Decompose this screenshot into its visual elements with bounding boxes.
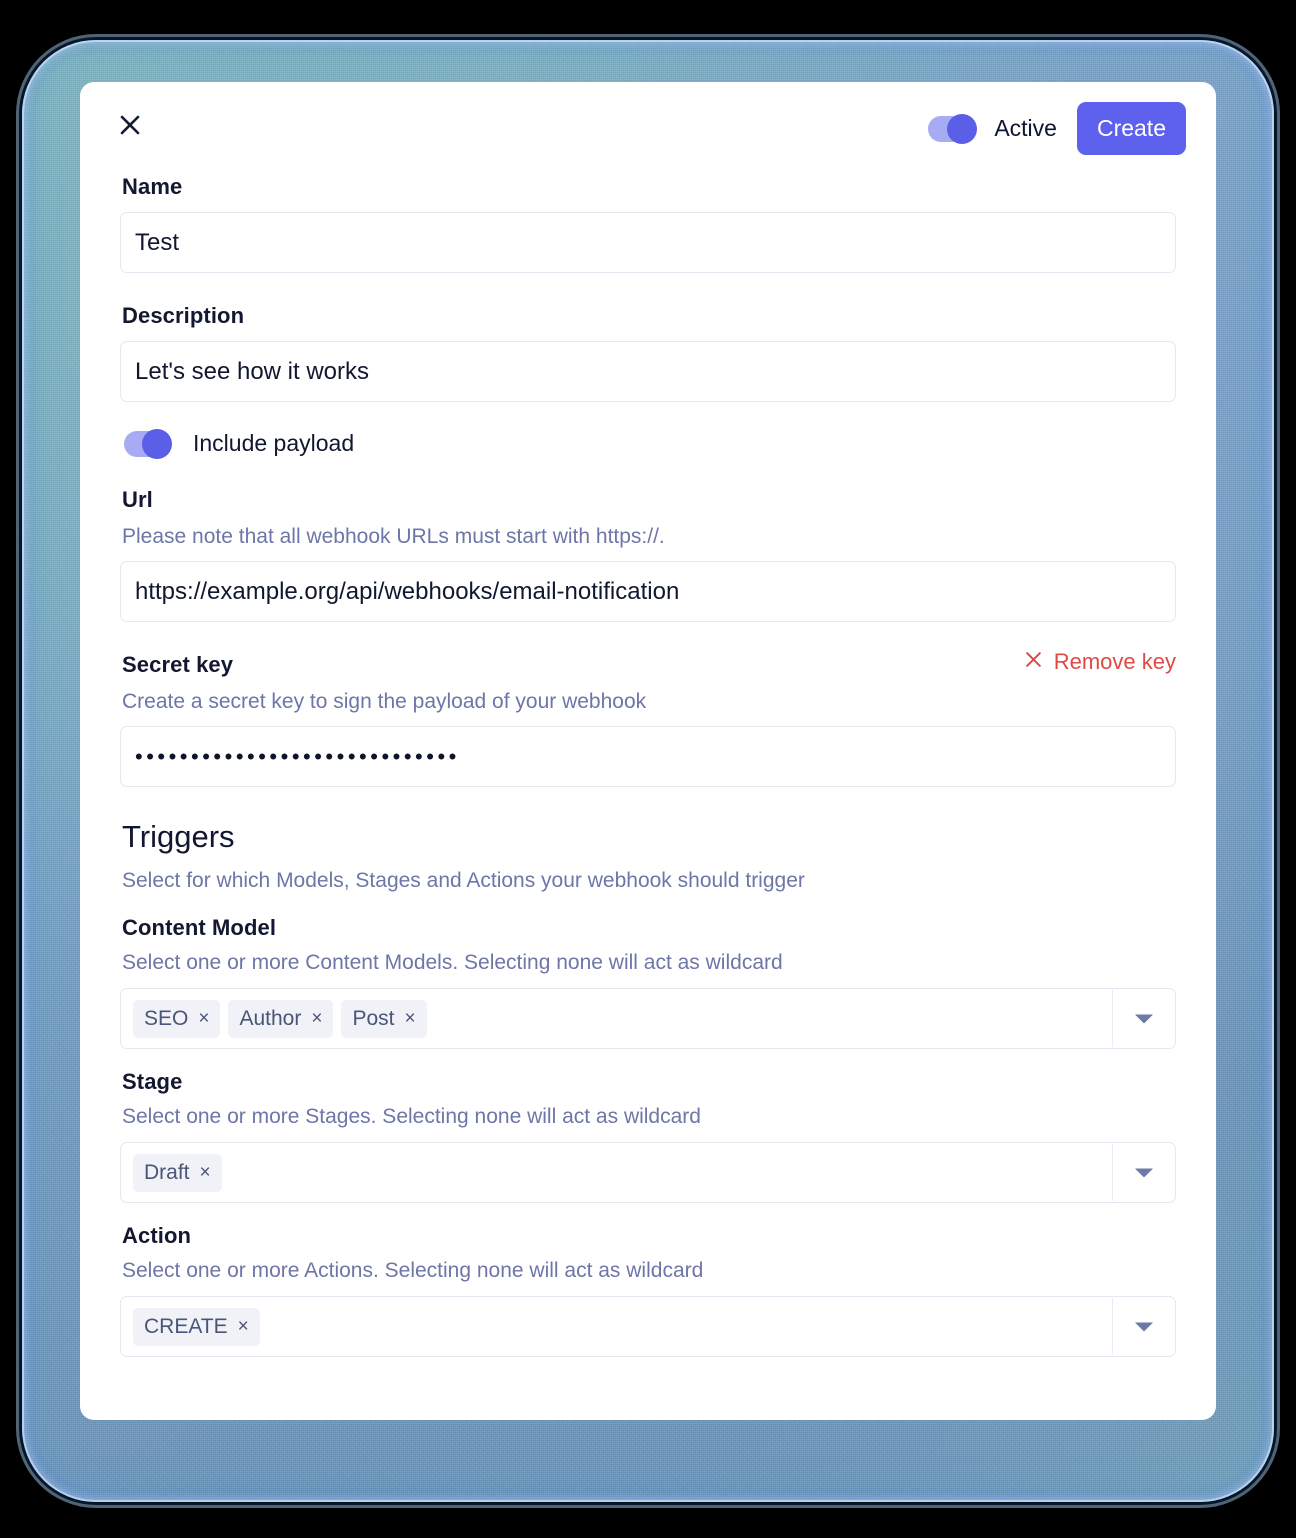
url-label: Url [122,487,153,512]
multiselect-divider [1112,1298,1113,1355]
name-input[interactable]: Test [120,212,1176,273]
stage-group: Stage Select one or more Stages. Selecti… [120,1069,1176,1203]
action-chips: CREATE × [129,1307,260,1346]
include-payload-label: Include payload [193,430,355,456]
chip-remove-icon[interactable]: × [198,1009,209,1028]
description-field-group: Description Let's see how it works [120,303,1176,402]
remove-key-button[interactable]: Remove key [1024,649,1176,675]
chip-label: CREATE [144,1314,228,1338]
multiselect-divider [1112,990,1113,1047]
chip[interactable]: Post × [341,999,427,1038]
chevron-down-icon[interactable] [1135,1014,1153,1023]
dialog-body: Name Test Description Let's see how it w… [120,174,1176,1377]
secret-key-input[interactable]: ••••••••••••••••••••••••••••• [120,726,1176,787]
chip-remove-icon[interactable]: × [311,1009,322,1028]
content-model-group: Content Model Select one or more Content… [120,915,1176,1049]
multiselect-divider [1112,1144,1113,1201]
close-icon [1024,649,1043,675]
stage-hint: Select one or more Stages. Selecting non… [122,1105,701,1128]
triggers-subtitle: Select for which Models, Stages and Acti… [122,869,805,892]
include-payload-row: Include payload [124,428,1176,459]
chip[interactable]: CREATE × [133,1307,260,1346]
action-group: Action Select one or more Actions. Selec… [120,1223,1176,1357]
secret-key-hint: Create a secret key to sign the payload … [122,690,647,713]
chip[interactable]: Draft × [133,1153,222,1192]
chip-label: Draft [144,1160,190,1184]
triggers-heading: Triggers [122,819,235,854]
header-actions: Active Create [928,102,1186,155]
chip-label: Post [352,1006,395,1030]
content-model-hint: Select one or more Content Models. Selec… [122,951,783,974]
dialog-header: Active Create [80,82,1216,174]
create-button[interactable]: Create [1076,102,1186,155]
action-hint: Select one or more Actions. Selecting no… [122,1259,704,1282]
active-toggle[interactable] [928,113,978,144]
secret-key-field-group: Secret key Remove key Create a secret ke… [120,649,1176,787]
content-model-chips: SEO × Author × Post × [129,999,427,1038]
remove-key-label: Remove key [1053,649,1176,674]
description-label: Description [122,303,245,328]
chevron-down-icon[interactable] [1135,1322,1153,1331]
chip-label: SEO [144,1006,189,1030]
secret-key-label: Secret key [122,652,234,677]
include-payload-toggle[interactable] [124,428,172,459]
url-input[interactable]: https://example.org/api/webhooks/email-n… [120,561,1176,622]
close-icon [118,113,142,137]
stage-chips: Draft × [129,1153,222,1192]
active-toggle-knob [947,113,978,144]
webhook-form-dialog: Active Create Name Test Description Let'… [80,82,1216,1420]
action-multiselect[interactable]: CREATE × [120,1296,1176,1357]
chip[interactable]: Author × [228,999,334,1038]
content-model-label: Content Model [122,915,277,940]
chevron-down-icon[interactable] [1135,1168,1153,1177]
secret-key-masked-value: ••••••••••••••••••••••••••••• [135,743,460,769]
name-label: Name [122,174,183,199]
chip-remove-icon[interactable]: × [404,1009,415,1028]
url-field-group: Url Please note that all webhook URLs mu… [120,487,1176,622]
name-field-group: Name Test [120,174,1176,273]
chip-label: Author [239,1006,302,1030]
active-toggle-label: Active [994,115,1057,141]
chip[interactable]: SEO × [133,999,221,1038]
content-model-multiselect[interactable]: SEO × Author × Post × [120,988,1176,1049]
url-hint: Please note that all webhook URLs must s… [122,525,665,548]
stage-multiselect[interactable]: Draft × [120,1142,1176,1203]
include-payload-toggle-knob [142,428,172,459]
stage-label: Stage [122,1069,183,1094]
chip-remove-icon[interactable]: × [238,1317,249,1336]
action-label: Action [122,1223,192,1248]
close-dialog-button[interactable] [113,108,147,142]
chip-remove-icon[interactable]: × [200,1163,211,1182]
description-input[interactable]: Let's see how it works [120,341,1176,402]
secret-key-header: Secret key Remove key [120,649,1176,690]
